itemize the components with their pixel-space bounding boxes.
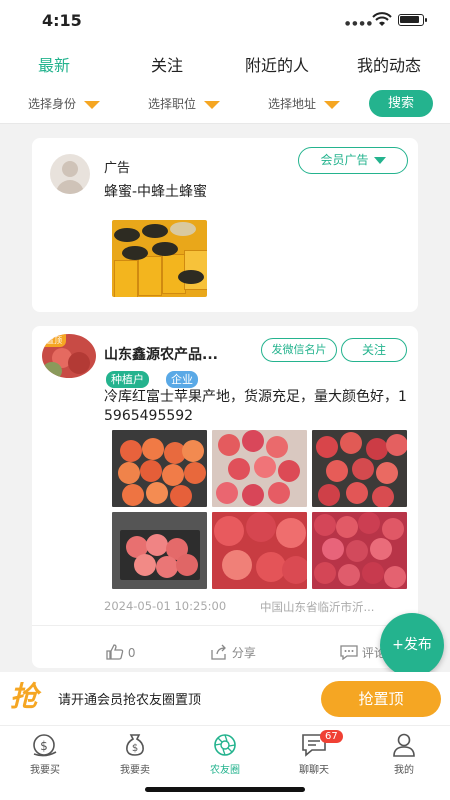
filter-bar: 选择身份 选择职位 选择地址 搜索 [0, 84, 450, 124]
apple-image[interactable] [112, 512, 207, 589]
thumbs-up-icon [106, 644, 124, 660]
nav-mine[interactable]: 我的 [374, 732, 434, 776]
like-count: 0 [127, 646, 136, 660]
status-bar: 4:15 ●●●● [0, 0, 450, 40]
grab-icon: 抢 [10, 680, 39, 713]
comment-icon [340, 645, 358, 661]
wechat-card-button[interactable]: 发微信名片 [261, 338, 337, 362]
top-tabs: 最新 关注 附近的人 我的动态 [0, 40, 450, 84]
filter-address[interactable]: 选择地址 [268, 95, 341, 112]
author-name[interactable]: 山东鑫源农产品... [104, 344, 218, 364]
author-avatar[interactable]: 置顶 [42, 334, 96, 378]
buy-money-icon: $ [33, 734, 57, 757]
svg-text:$: $ [132, 743, 138, 754]
apple-image[interactable] [312, 430, 407, 507]
post-timestamp: 2024-05-01 10:25:00 [104, 599, 227, 613]
nav-chat[interactable]: 聊聊天 67 [284, 730, 344, 776]
nav-sell[interactable]: $ 我要卖 [105, 732, 165, 776]
apple-image[interactable] [112, 430, 207, 507]
ad-card[interactable]: 广告 蜂蜜-中蜂土蜂蜜 会员广告 [32, 138, 418, 312]
member-ad-button[interactable]: 会员广告 [298, 147, 408, 174]
triangle-down-icon [324, 100, 341, 109]
filter-identity-label: 选择身份 [28, 97, 77, 111]
filter-position[interactable]: 选择职位 [148, 95, 221, 112]
camera-aperture-icon [214, 734, 236, 756]
tab-nearby[interactable]: 附近的人 [245, 52, 309, 76]
nav-chat-label: 聊聊天 [299, 765, 329, 776]
sell-money-bag-icon: $ [126, 734, 144, 756]
apple-image[interactable] [212, 430, 307, 507]
nav-mine-label: 我的 [394, 765, 414, 776]
person-icon [393, 733, 415, 757]
tab-my-activity[interactable]: 我的动态 [357, 52, 421, 76]
filter-position-label: 选择职位 [148, 97, 197, 111]
tab-latest[interactable]: 最新 [38, 52, 70, 76]
apple-image[interactable] [212, 512, 307, 589]
promo-banner: 抢 请开通会员抢农友圈置顶 抢置顶 [0, 672, 450, 726]
apple-image[interactable] [312, 512, 407, 589]
like-button[interactable]: 0 [106, 644, 135, 660]
nav-buy-label: 我要买 [30, 765, 60, 776]
nav-buy[interactable]: $ 我要买 [15, 732, 75, 776]
triangle-down-icon [373, 157, 386, 164]
pinned-badge: 置顶 [42, 334, 66, 347]
share-button[interactable]: 分享 [210, 644, 256, 661]
nav-sell-label: 我要卖 [120, 765, 150, 776]
default-avatar [50, 154, 90, 194]
triangle-down-icon [84, 100, 101, 109]
tag-enterprise: 企业 [166, 371, 198, 388]
triangle-down-icon [204, 100, 221, 109]
nav-farm-circle[interactable]: 农友圈 [195, 732, 255, 776]
post-content: 冷库红富士苹果产地，货源充足，量大颜色好，15965495592 [104, 389, 407, 424]
svg-text:$: $ [40, 739, 48, 753]
member-ad-label: 会员广告 [320, 153, 369, 167]
filter-address-label: 选择地址 [268, 97, 317, 111]
tag-grower: 种植户 [106, 371, 149, 388]
wifi-icon [372, 12, 392, 26]
honey-image[interactable] [112, 220, 207, 297]
follow-button[interactable]: 关注 [341, 338, 407, 362]
share-label: 分享 [231, 646, 256, 660]
home-indicator [145, 787, 305, 792]
signal-icon: ●●●● [345, 20, 374, 27]
filter-identity[interactable]: 选择身份 [28, 95, 101, 112]
battery-icon [398, 14, 427, 26]
unread-badge: 67 [320, 730, 343, 743]
publish-fab-button[interactable]: +发布 [380, 613, 444, 677]
status-time: 4:15 [42, 11, 82, 30]
nav-farm-circle-label: 农友圈 [210, 765, 240, 776]
comment-button[interactable]: 评论 [340, 644, 386, 661]
search-button[interactable]: 搜索 [369, 90, 433, 117]
divider [32, 625, 418, 626]
post-location: 中国山东省临沂市沂... [260, 600, 375, 614]
ad-label: 广告 [104, 161, 131, 176]
tab-following[interactable]: 关注 [151, 52, 183, 76]
post-card[interactable]: 置顶 山东鑫源农产品... 种植户 企业 发微信名片 关注 冷库红富士苹果产地，… [32, 326, 418, 668]
promo-text: 请开通会员抢农友圈置顶 [58, 693, 202, 708]
grab-top-button[interactable]: 抢置顶 [321, 681, 441, 717]
ad-title: 蜂蜜-中蜂土蜂蜜 [104, 184, 208, 200]
share-icon [211, 644, 226, 660]
